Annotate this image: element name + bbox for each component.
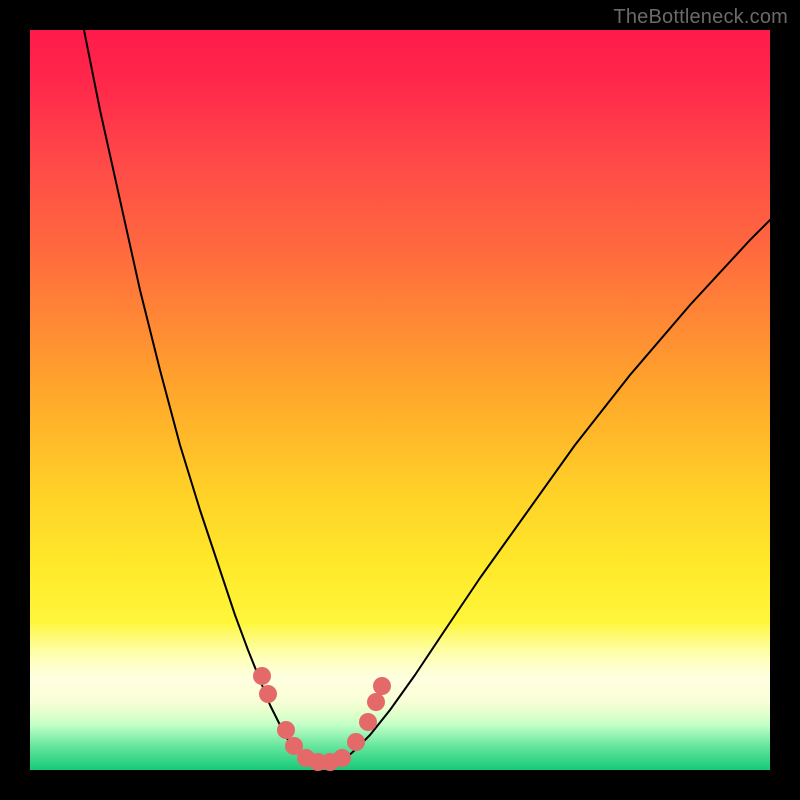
curve-left-branch [84, 30, 302, 756]
data-marker [367, 693, 385, 711]
curve-group [84, 30, 770, 762]
data-marker [277, 721, 295, 739]
data-marker [359, 713, 377, 731]
curve-svg [30, 30, 770, 770]
chart-frame: TheBottleneck.com [0, 0, 800, 800]
watermark-text: TheBottleneck.com [613, 6, 788, 29]
data-marker [259, 685, 277, 703]
data-marker [253, 667, 271, 685]
plot-area [30, 30, 770, 770]
data-marker [347, 733, 365, 751]
data-marker [333, 749, 351, 767]
data-marker [373, 677, 391, 695]
curve-right-branch [346, 220, 770, 758]
marker-group [253, 667, 391, 771]
